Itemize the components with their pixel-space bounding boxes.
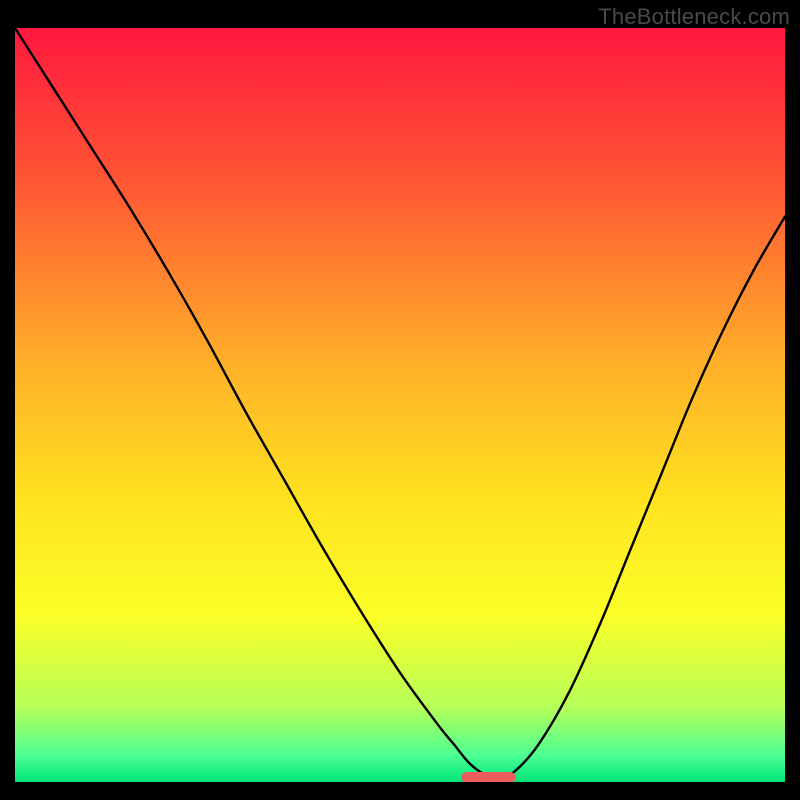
chart-frame: TheBottleneck.com [0,0,800,800]
optimal-marker [462,772,516,782]
plot-area [15,28,785,782]
gradient-rect [15,28,785,782]
watermark-text: TheBottleneck.com [598,4,790,30]
chart-svg [15,28,785,782]
